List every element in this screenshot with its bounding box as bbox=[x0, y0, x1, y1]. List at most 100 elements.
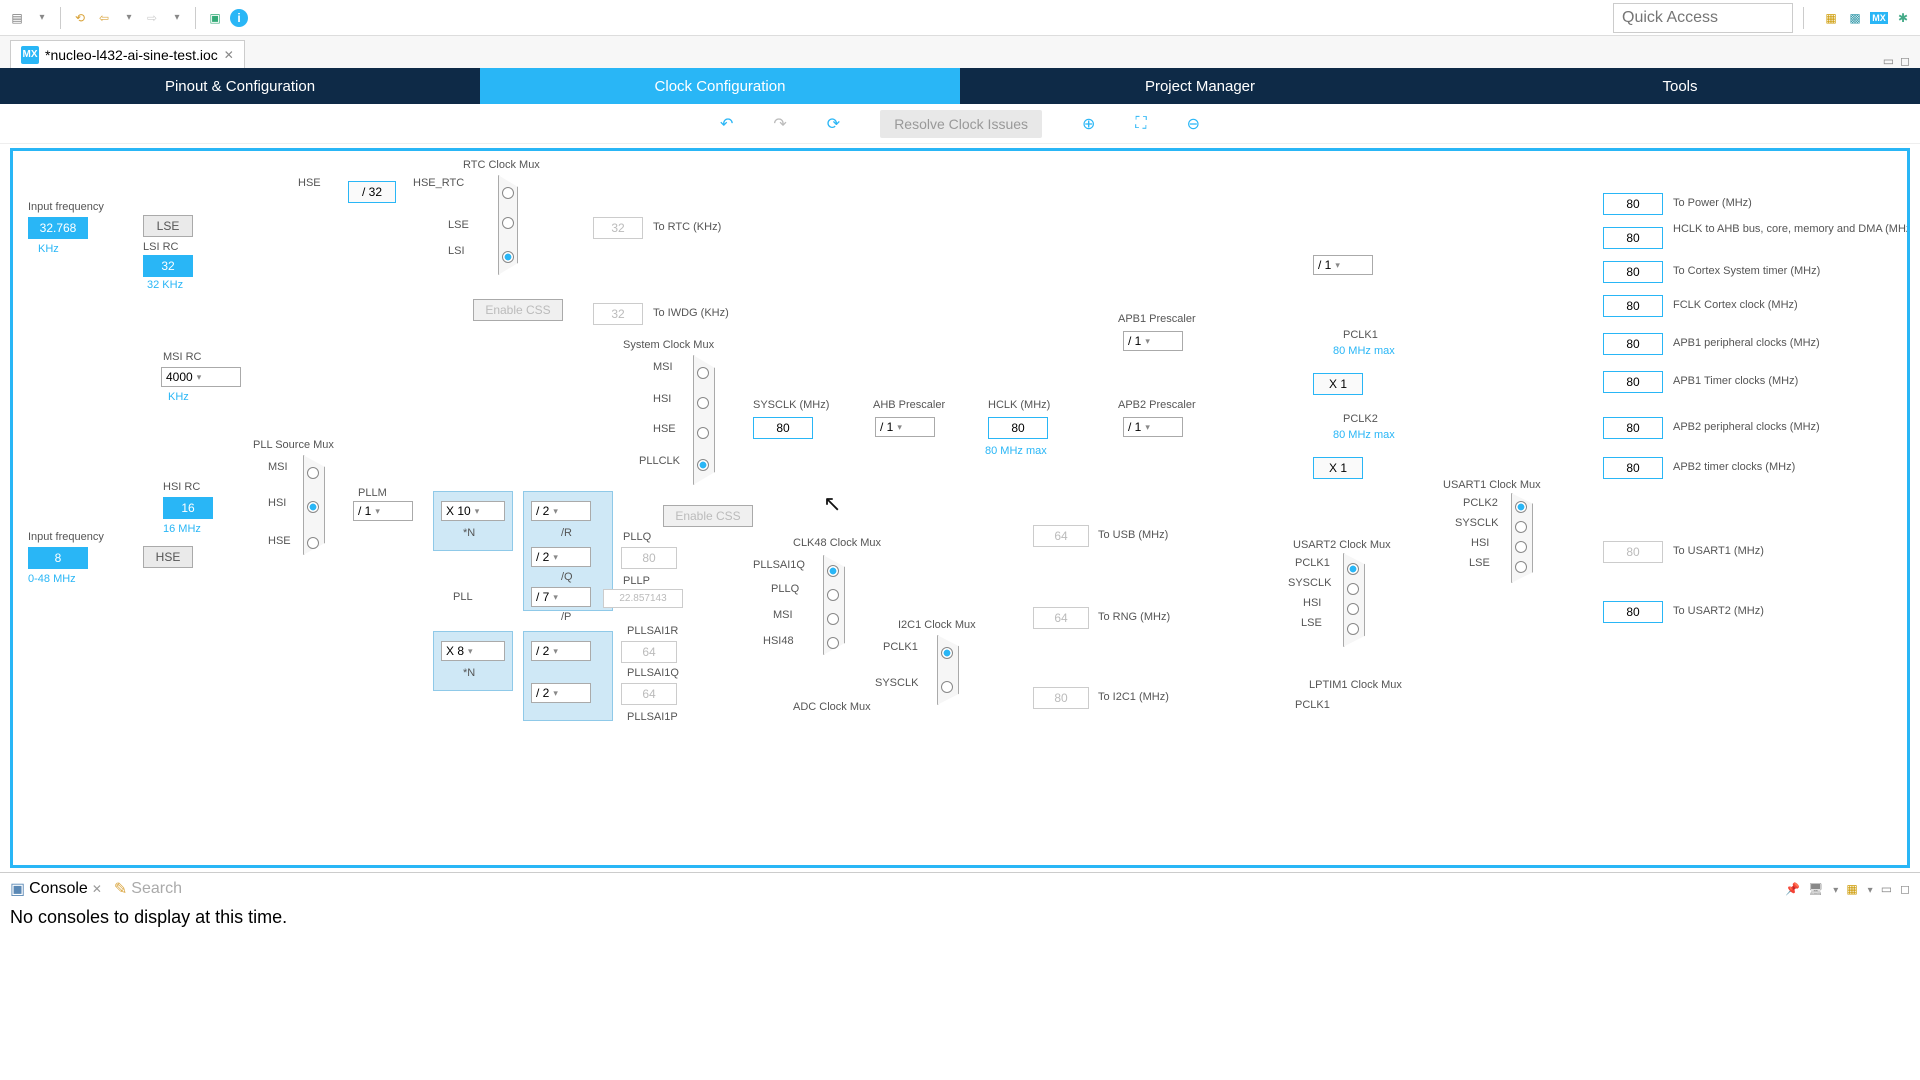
pllsai1r-div-select[interactable]: / 2▾ bbox=[531, 641, 591, 661]
apb2-pre-select[interactable]: / 1▾ bbox=[1123, 417, 1183, 437]
u1-pclk2-radio[interactable] bbox=[1515, 501, 1527, 513]
sys-enable-css-button[interactable]: Enable CSS bbox=[663, 505, 753, 527]
lse-button[interactable]: LSE bbox=[143, 215, 193, 237]
adc-mux-label: ADC Clock Mux bbox=[793, 701, 871, 713]
u1-hsi-radio[interactable] bbox=[1515, 541, 1527, 553]
sys-hse-radio[interactable] bbox=[697, 427, 709, 439]
reset-clock-icon[interactable]: ⟳ bbox=[827, 114, 840, 134]
tab-clock-config[interactable]: Clock Configuration bbox=[480, 68, 960, 104]
tab-tools[interactable]: Tools bbox=[1440, 68, 1920, 104]
maximize-icon[interactable]: ◻ bbox=[1900, 54, 1910, 68]
u2-pclk1-radio[interactable] bbox=[1347, 563, 1359, 575]
pllsai1r-label: PLLSAI1R bbox=[627, 625, 678, 637]
open-perspective-icon[interactable]: ▦ bbox=[1822, 9, 1840, 27]
apb2-timer-val[interactable]: 80 bbox=[1603, 457, 1663, 479]
minimize-panel-icon[interactable]: ▭ bbox=[1881, 882, 1892, 896]
apb1-timer-val[interactable]: 80 bbox=[1603, 371, 1663, 393]
console-tab[interactable]: ▣ Console ✕ bbox=[10, 879, 102, 899]
ahb-bus-val[interactable]: 80 bbox=[1603, 227, 1663, 249]
fit-screen-icon[interactable]: ⛶ bbox=[1135, 115, 1146, 133]
u2-lse-radio[interactable] bbox=[1347, 623, 1359, 635]
rng-label: To RNG (MHz) bbox=[1098, 611, 1170, 623]
undo-clock-icon[interactable]: ↶ bbox=[720, 114, 733, 134]
sys-hsi-radio[interactable] bbox=[697, 397, 709, 409]
back-icon[interactable]: ⇦ bbox=[95, 9, 113, 27]
cortex-timer-val[interactable]: 80 bbox=[1603, 261, 1663, 283]
new-dropdown[interactable] bbox=[32, 9, 50, 27]
new-console-dropdown[interactable] bbox=[1866, 882, 1873, 896]
apb1-pre-select[interactable]: / 1▾ bbox=[1123, 331, 1183, 351]
apb2-periph-val[interactable]: 80 bbox=[1603, 417, 1663, 439]
clock-canvas[interactable]: Input frequency 32.768 KHz LSE LSI RC 32… bbox=[10, 148, 1910, 868]
hse-freq-input[interactable]: 8 bbox=[28, 547, 88, 569]
search-tab[interactable]: ✎ Search bbox=[114, 879, 182, 899]
maximize-panel-icon[interactable]: ◻ bbox=[1900, 882, 1910, 896]
lptim1-pclk1-label: PCLK1 bbox=[1295, 699, 1330, 711]
u2-hsi-radio[interactable] bbox=[1347, 603, 1359, 615]
clk48-pllsai1q-radio[interactable] bbox=[827, 565, 839, 577]
tab-project-manager[interactable]: Project Manager bbox=[960, 68, 1440, 104]
pllsai-n-select[interactable]: X 8▾ bbox=[441, 641, 505, 661]
mx-perspective-icon[interactable]: MX bbox=[1870, 9, 1888, 27]
pll-hse-radio[interactable] bbox=[307, 537, 319, 549]
rtc-mux-lse-radio[interactable] bbox=[502, 217, 514, 229]
info-icon[interactable]: i bbox=[230, 9, 248, 27]
zoom-out-icon[interactable]: ⊖ bbox=[1187, 114, 1200, 134]
clk48-msi-radio[interactable] bbox=[827, 613, 839, 625]
cortex-div-select[interactable]: / 1▾ bbox=[1313, 255, 1373, 275]
close-tab-icon[interactable]: ✕ bbox=[224, 48, 234, 62]
pllq-div-select[interactable]: / 2▾ bbox=[531, 547, 591, 567]
new-icon[interactable]: ▤ bbox=[8, 9, 26, 27]
tab-pinout[interactable]: Pinout & Configuration bbox=[0, 68, 480, 104]
ahb-pre-select[interactable]: / 1▾ bbox=[875, 417, 935, 437]
pll-msi-radio[interactable] bbox=[307, 467, 319, 479]
editor-tab[interactable]: MX *nucleo-l432-ai-sine-test.ioc ✕ bbox=[10, 40, 245, 68]
forward-icon[interactable]: ⇨ bbox=[143, 9, 161, 27]
pllp-div-select[interactable]: / 7▾ bbox=[531, 587, 591, 607]
lse-freq-input[interactable]: 32.768 bbox=[28, 217, 88, 239]
sys-msi-radio[interactable] bbox=[697, 367, 709, 379]
sys-pllclk-radio[interactable] bbox=[697, 459, 709, 471]
u1-sysclk-radio[interactable] bbox=[1515, 521, 1527, 533]
fclk-val[interactable]: 80 bbox=[1603, 295, 1663, 317]
plln-select[interactable]: X 10▾ bbox=[441, 501, 505, 521]
rtc-mux-lsi-radio[interactable] bbox=[502, 251, 514, 263]
u2-sysclk-radio[interactable] bbox=[1347, 583, 1359, 595]
debug-perspective-icon[interactable]: ✱ bbox=[1894, 9, 1912, 27]
java-perspective-icon[interactable]: ▩ bbox=[1846, 9, 1864, 27]
display-dropdown[interactable] bbox=[1831, 882, 1838, 896]
clk48-pllq-radio[interactable] bbox=[827, 589, 839, 601]
usart2-val[interactable]: 80 bbox=[1603, 601, 1663, 623]
undo-icon[interactable]: ⟲ bbox=[71, 9, 89, 27]
plln-label: *N bbox=[463, 527, 475, 539]
pllsai1q-div-select[interactable]: / 2▾ bbox=[531, 683, 591, 703]
zoom-in-icon[interactable]: ⊕ bbox=[1082, 114, 1095, 134]
pllr-select[interactable]: / 2▾ bbox=[531, 501, 591, 521]
i2c1-sysclk-radio[interactable] bbox=[941, 681, 953, 693]
new-console-icon[interactable]: ▦ bbox=[1846, 882, 1857, 896]
pin-icon[interactable]: 📌 bbox=[1785, 882, 1800, 896]
back-dropdown[interactable] bbox=[119, 9, 137, 27]
display-icon[interactable]: 🖥 bbox=[1808, 882, 1823, 896]
minimize-icon[interactable]: ▭ bbox=[1883, 54, 1894, 68]
power-val[interactable]: 80 bbox=[1603, 193, 1663, 215]
i2c1-pclk1-radio[interactable] bbox=[941, 647, 953, 659]
rtc-enable-css-button[interactable]: Enable CSS bbox=[473, 299, 563, 321]
rtc-mux-hse-radio[interactable] bbox=[502, 187, 514, 199]
redo-clock-icon[interactable]: ↷ bbox=[773, 114, 786, 134]
msi-freq-select[interactable]: 4000▾ bbox=[161, 367, 241, 387]
forward-dropdown[interactable] bbox=[167, 9, 185, 27]
open-icon[interactable]: ▣ bbox=[206, 9, 224, 27]
usart1-val[interactable]: 80 bbox=[1603, 541, 1663, 563]
console-close-icon[interactable]: ✕ bbox=[92, 882, 102, 896]
quick-access-input[interactable] bbox=[1613, 3, 1793, 33]
resolve-clock-button[interactable]: Resolve Clock Issues bbox=[880, 110, 1042, 138]
hse-button[interactable]: HSE bbox=[143, 546, 193, 568]
clk48-hsi48-radio[interactable] bbox=[827, 637, 839, 649]
u1-lse-radio[interactable] bbox=[1515, 561, 1527, 573]
apb1-periph-val[interactable]: 80 bbox=[1603, 333, 1663, 355]
sysclk-val[interactable]: 80 bbox=[753, 417, 813, 439]
pllm-select[interactable]: / 1▾ bbox=[353, 501, 413, 521]
pll-hsi-radio[interactable] bbox=[307, 501, 319, 513]
hclk-val[interactable]: 80 bbox=[988, 417, 1048, 439]
